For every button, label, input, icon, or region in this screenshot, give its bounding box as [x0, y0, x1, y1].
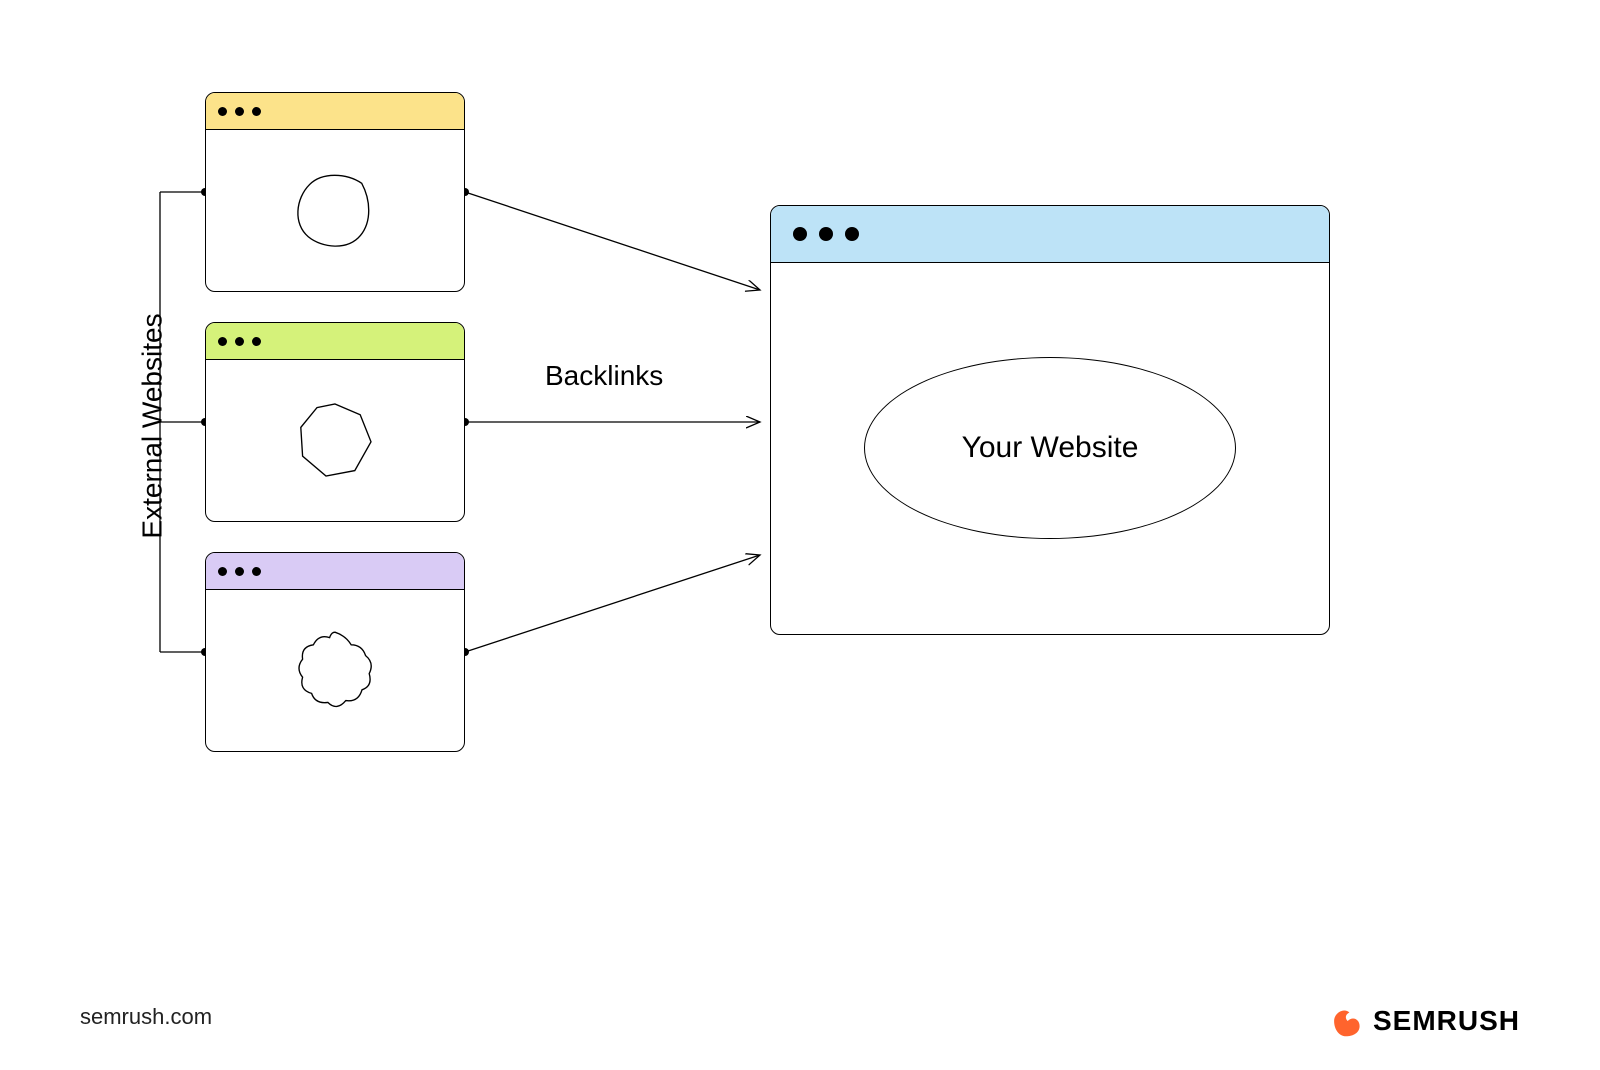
window-dot-icon [218, 107, 227, 116]
window-dot-icon [235, 107, 244, 116]
window-dot-icon [252, 567, 261, 576]
window-body [206, 589, 464, 751]
external-site-c [205, 552, 465, 752]
diagram-stage: { "labels": { "external": "External Webs… [0, 0, 1600, 1070]
window-titlebar [206, 93, 464, 130]
external-websites-label: External Websites [137, 313, 169, 538]
window-dot-icon [235, 567, 244, 576]
window-body: Your Website [771, 262, 1329, 634]
blob-icon [290, 395, 380, 485]
flame-icon [1329, 1004, 1363, 1038]
backlinks-label: Backlinks [545, 360, 663, 392]
window-dot-icon [218, 337, 227, 346]
window-body [206, 359, 464, 521]
brand-text: SEMRUSH [1373, 1005, 1520, 1037]
window-dot-icon [252, 337, 261, 346]
blob-icon [290, 625, 380, 715]
footer-url: semrush.com [80, 1004, 212, 1030]
window-titlebar [206, 553, 464, 590]
window-dot-icon [218, 567, 227, 576]
window-body [206, 129, 464, 291]
window-dot-icon [793, 227, 807, 241]
window-dot-icon [235, 337, 244, 346]
window-dot-icon [845, 227, 859, 241]
your-website-window: Your Website [770, 205, 1330, 635]
window-titlebar [206, 323, 464, 360]
brand-logo: SEMRUSH [1329, 1004, 1520, 1038]
blob-icon [290, 165, 380, 255]
window-titlebar [771, 206, 1329, 263]
external-site-b [205, 322, 465, 522]
your-website-label: Your Website [962, 431, 1139, 465]
your-website-ellipse: Your Website [864, 357, 1236, 539]
window-dot-icon [252, 107, 261, 116]
window-dot-icon [819, 227, 833, 241]
external-site-a [205, 92, 465, 292]
